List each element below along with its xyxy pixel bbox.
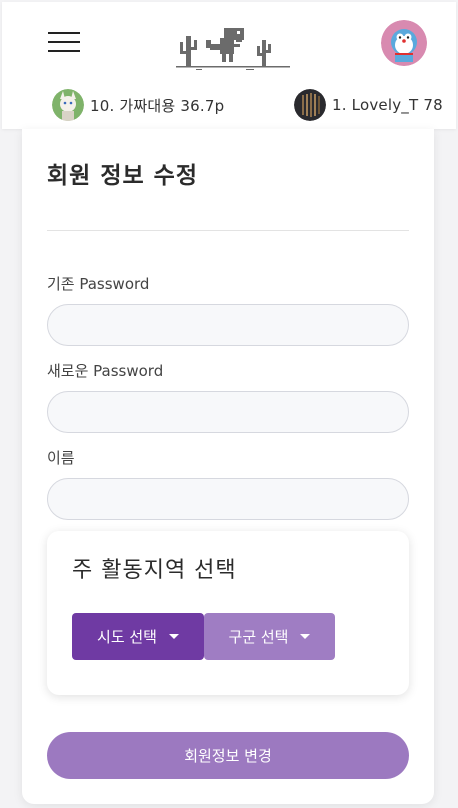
gugun-select-button[interactable]: 구군 선택 [204, 613, 335, 660]
hamburger-menu-icon[interactable] [48, 30, 82, 56]
new-password-input[interactable] [47, 391, 409, 433]
page-title: 회원 정보 수정 [47, 163, 198, 189]
current-password-input[interactable] [47, 304, 409, 346]
user-avatar[interactable] [381, 20, 427, 66]
region-title: 주 활동지역 선택 [72, 558, 237, 583]
title-divider [47, 230, 409, 231]
ranking-text: 10. 가짜대용 36.7p [90, 96, 225, 115]
caret-down-icon [300, 634, 311, 639]
ranking-item[interactable]: 1. Lovely_T 78 [294, 88, 443, 122]
dino-logo[interactable] [176, 22, 290, 72]
gugun-select-label: 구군 선택 [228, 628, 289, 646]
name-input[interactable] [47, 478, 409, 520]
ranking-text: 1. Lovely_T 78 [332, 96, 443, 114]
current-password-label: 기존 Password [47, 275, 150, 293]
ranking-item[interactable]: 10. 가짜대용 36.7p [52, 88, 224, 122]
new-password-label: 새로운 Password [47, 362, 164, 380]
sido-select-label: 시도 선택 [97, 628, 157, 646]
update-profile-button[interactable]: 회원정보 변경 [47, 732, 409, 779]
ranking-avatar [52, 89, 84, 121]
caret-down-icon [168, 634, 179, 639]
name-label: 이름 [47, 449, 75, 467]
ranking-avatar [294, 89, 326, 121]
sido-select-button[interactable]: 시도 선택 [72, 613, 204, 660]
